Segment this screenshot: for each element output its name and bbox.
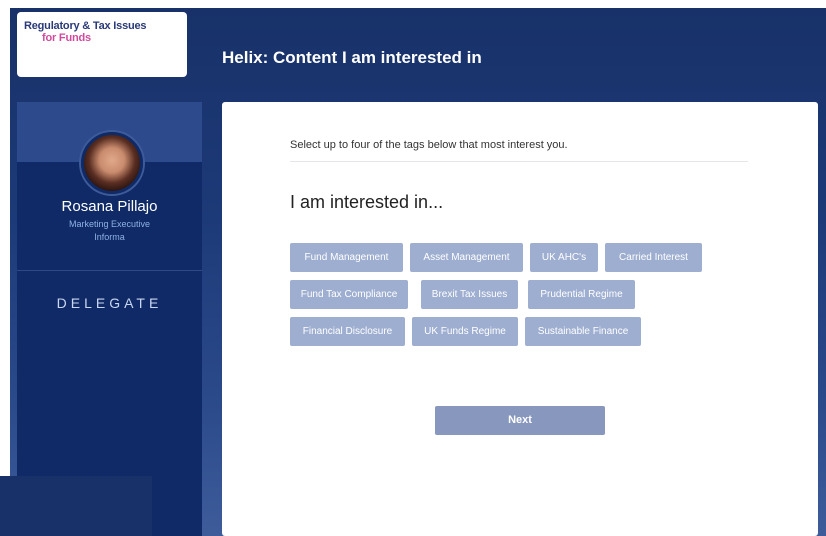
sidebar-divider [17, 270, 202, 271]
tag-uk-ahcs[interactable]: UK AHC's [530, 243, 598, 272]
content-card: Select up to four of the tags below that… [222, 102, 818, 536]
page-left-edge [0, 0, 10, 536]
page-title: Helix: Content I am interested in [222, 48, 482, 67]
logo-title: Regulatory & Tax Issues [24, 20, 147, 32]
footer-block [0, 476, 152, 536]
user-name: Rosana Pillajo [61, 198, 158, 215]
instruction-text: Select up to four of the tags below that… [290, 139, 568, 151]
tag-asset-management[interactable]: Asset Management [410, 243, 523, 272]
tag-fund-tax-compliance[interactable]: Fund Tax Compliance [290, 280, 408, 309]
user-role: Marketing Executive [68, 219, 151, 229]
logo-subtitle: for Funds [42, 32, 91, 44]
tag-sustainable-finance[interactable]: Sustainable Finance [525, 317, 641, 346]
avatar[interactable] [81, 132, 143, 194]
role-badge: DELEGATE [56, 295, 163, 311]
tag-prudential-regime[interactable]: Prudential Regime [528, 280, 635, 309]
instruction-divider [290, 161, 748, 162]
interests-heading: I am interested in... [290, 192, 444, 212]
user-company: Informa [94, 232, 125, 242]
tag-carried-interest[interactable]: Carried Interest [605, 243, 702, 272]
tag-brexit-tax-issues[interactable]: Brexit Tax Issues [421, 280, 518, 309]
sidebar: Rosana Pillajo Marketing Executive Infor… [17, 102, 202, 536]
tag-financial-disclosure[interactable]: Financial Disclosure [290, 317, 405, 346]
tag-uk-funds-regime[interactable]: UK Funds Regime [412, 317, 518, 346]
tag-fund-management[interactable]: Fund Management [290, 243, 403, 272]
next-button[interactable]: Next [435, 406, 605, 435]
